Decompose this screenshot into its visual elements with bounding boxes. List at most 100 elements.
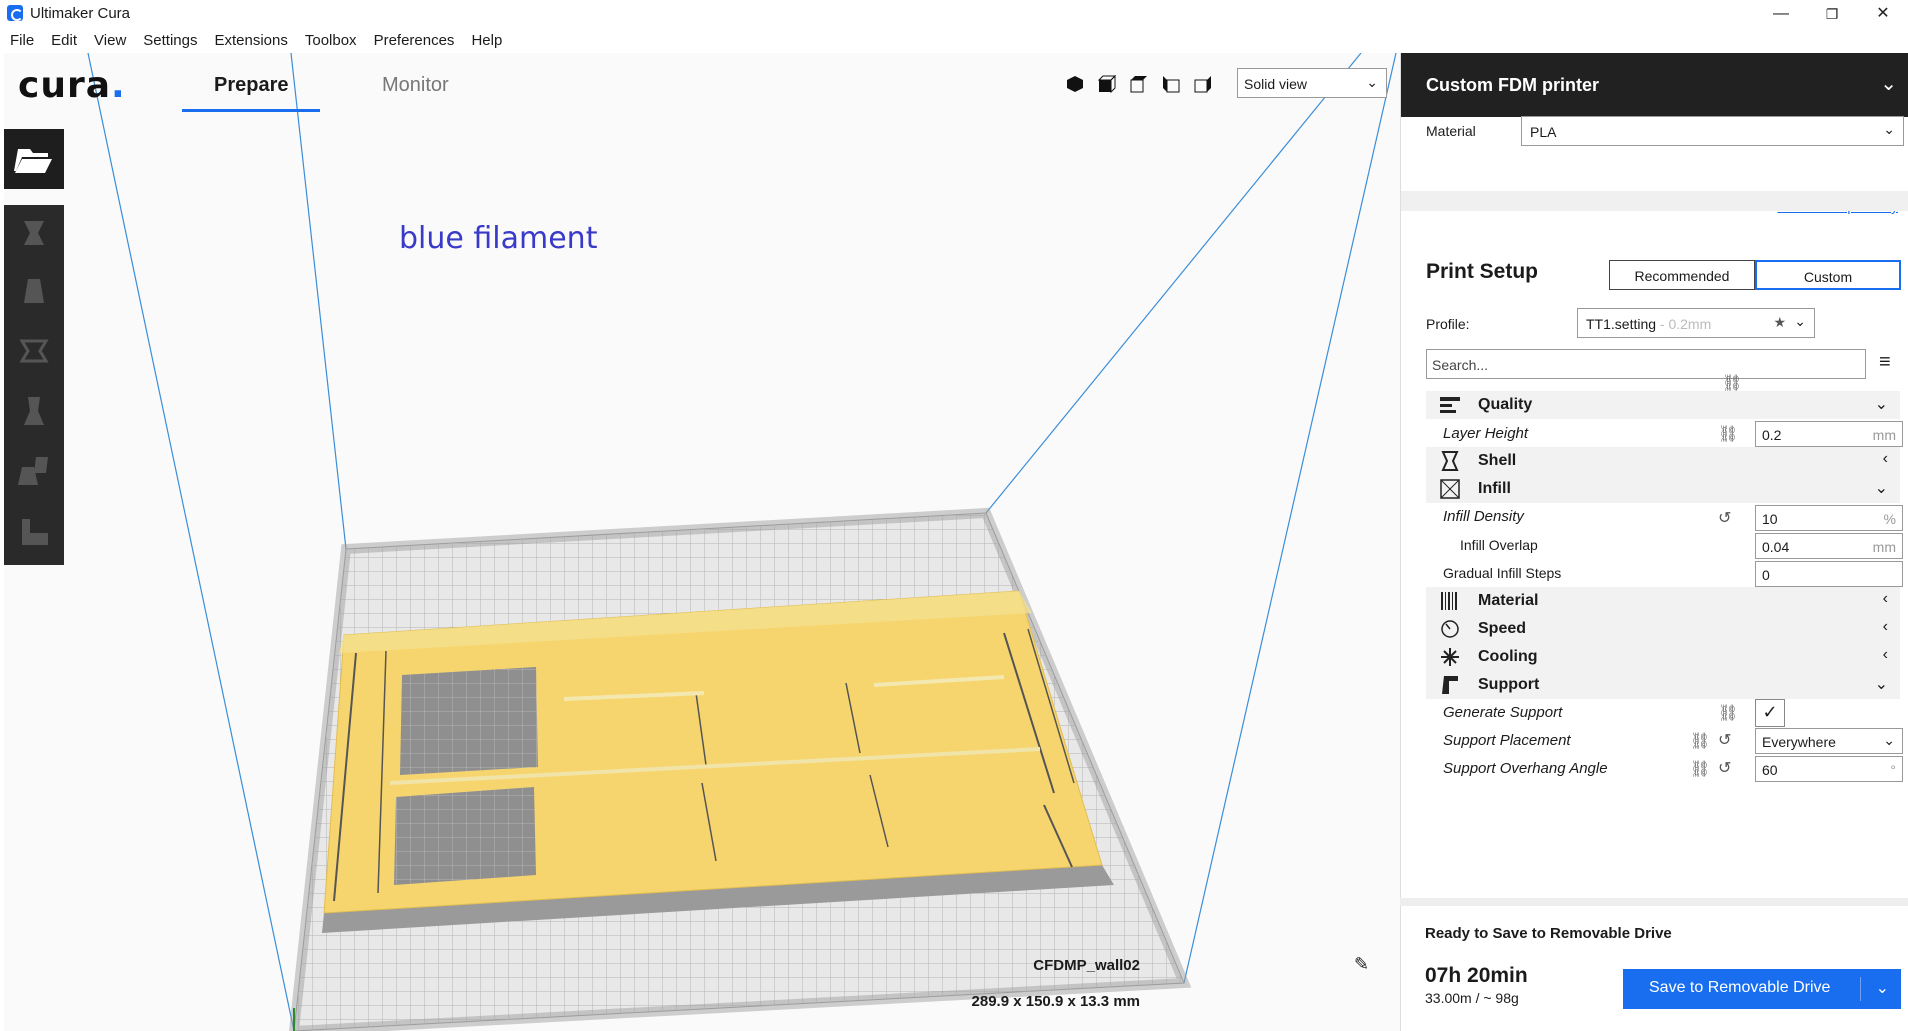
object-name: CFDMP_wall02 (1033, 957, 1140, 974)
menu-preferences[interactable]: Preferences (364, 27, 462, 53)
menu-icon[interactable]: ≡ (1879, 351, 1891, 374)
support-blocker-icon[interactable] (16, 513, 52, 549)
setting-generate-support-label: Generate Support (1443, 704, 1563, 721)
3d-view-icon[interactable] (1066, 75, 1084, 93)
chevron-left-icon: ‹ (1882, 618, 1888, 635)
tab-prepare[interactable]: Prepare (214, 74, 289, 97)
menu-file[interactable]: File (0, 27, 41, 53)
support-overhang-angle-input[interactable]: 60 ° (1755, 756, 1903, 782)
menu-view[interactable]: View (84, 27, 133, 53)
setting-layer-height-label: Layer Height (1443, 425, 1529, 442)
top-view-icon[interactable] (1130, 75, 1148, 93)
scale-tool-icon[interactable] (16, 273, 52, 309)
close-button[interactable]: ✕ (1860, 0, 1906, 28)
chevron-down-icon: ⌄ (1874, 676, 1888, 693)
per-model-settings-icon[interactable] (16, 453, 52, 489)
save-to-removable-drive-button[interactable]: Save to Removable Drive ⌄ (1623, 969, 1901, 1009)
printer-name: Custom FDM printer (1426, 75, 1599, 95)
menu-settings[interactable]: Settings (133, 27, 204, 53)
open-file-button[interactable] (4, 129, 64, 189)
view-mode-select[interactable]: Solid view ⌄ (1237, 68, 1387, 98)
setting-support-placement-label: Support Placement (1443, 732, 1571, 749)
material-icon (1440, 591, 1460, 611)
link-icon[interactable]: ⛓ (1718, 424, 1738, 444)
menu-help[interactable]: Help (461, 27, 509, 53)
cooling-fan-icon (1440, 647, 1460, 667)
reset-icon[interactable]: ↺ (1718, 758, 1731, 778)
category-material[interactable]: Material ‹ (1426, 587, 1900, 615)
left-view-icon[interactable] (1162, 75, 1180, 93)
material-label: Material (1426, 123, 1476, 139)
chevron-down-icon: ⌄ (1883, 121, 1895, 137)
right-view-icon[interactable] (1194, 75, 1212, 93)
reset-icon[interactable]: ↺ (1718, 508, 1731, 528)
mirror-tool-icon[interactable] (16, 393, 52, 429)
rotate-tool-icon[interactable] (16, 333, 52, 369)
link-icon[interactable]: ⛓ (1718, 703, 1738, 723)
chevron-down-icon[interactable]: ⌄ (1876, 978, 1889, 998)
setting-support-angle-label: Support Overhang Angle (1443, 760, 1608, 777)
gradual-infill-steps-input[interactable]: 0 (1755, 561, 1903, 587)
menu-toolbox[interactable]: Toolbox (295, 27, 364, 53)
footer-divider (1400, 898, 1908, 906)
chevron-down-icon: ⌄ (1880, 73, 1897, 95)
support-icon (1440, 675, 1460, 695)
link-icon[interactable]: ⛓ (1722, 373, 1742, 393)
material-select[interactable]: PLA ⌄ (1521, 116, 1904, 146)
print-setup-title: Print Setup (1426, 260, 1539, 283)
chevron-left-icon: ‹ (1882, 450, 1888, 467)
setting-gradual-infill-label: Gradual Infill Steps (1443, 565, 1562, 581)
category-support[interactable]: Support ⌄ (1426, 671, 1900, 699)
maximize-button[interactable]: ❐ (1809, 0, 1855, 28)
link-icon[interactable]: ⛓ (1690, 731, 1710, 751)
category-cooling[interactable]: Cooling ‹ (1426, 643, 1900, 671)
chevron-left-icon: ‹ (1882, 646, 1888, 663)
infill-overlap-input[interactable]: 0.04 mm (1755, 533, 1903, 559)
generate-support-checkbox[interactable]: ✓ (1755, 699, 1785, 727)
title-bar: Ultimaker Cura — ❐ ✕ (0, 0, 1908, 26)
reset-icon[interactable]: ↺ (1718, 730, 1731, 750)
pencil-icon[interactable]: ✎ (1354, 954, 1369, 975)
setting-infill-overlap-label: Infill Overlap (1460, 537, 1538, 553)
blue-filament-annotation: blue filament (399, 221, 598, 256)
menu-extensions[interactable]: Extensions (204, 27, 294, 53)
custom-mode-button[interactable]: Custom (1755, 260, 1901, 290)
infill-icon (1440, 479, 1460, 499)
chevron-down-icon: ⌄ (1794, 313, 1806, 329)
setting-infill-density-label: Infill Density (1443, 508, 1524, 525)
tab-monitor[interactable]: Monitor (382, 74, 449, 97)
viewport-3d[interactable]: cura. Prepare Monitor Solid view ⌄ blue f… (4, 53, 1400, 1031)
support-placement-select[interactable]: Everywhere ⌄ (1755, 728, 1903, 754)
profile-label: Profile: (1426, 316, 1470, 332)
menu-bar: File Edit View Settings Extensions Toolb… (0, 27, 1400, 53)
chevron-down-icon: ⌄ (1874, 396, 1888, 413)
chevron-left-icon: ‹ (1882, 590, 1888, 607)
print-status: Ready to Save to Removable Drive (1425, 925, 1672, 942)
category-infill[interactable]: Infill ⌄ (1426, 475, 1900, 503)
infill-density-input[interactable]: 10% (1755, 505, 1903, 531)
move-tool-icon[interactable] (16, 215, 52, 251)
window-title: Ultimaker Cura (30, 5, 131, 22)
cura-logo: cura. (18, 65, 126, 106)
chevron-down-icon: ⌄ (1883, 732, 1895, 748)
printer-selector[interactable]: Custom FDM printer ⌄ (1401, 53, 1908, 117)
link-icon[interactable]: ⛓ (1690, 759, 1710, 779)
section-divider (1401, 191, 1908, 211)
settings-search-input[interactable]: Search... (1426, 349, 1866, 379)
filament-usage: 33.00m / ~ 98g (1425, 990, 1519, 1006)
star-icon[interactable]: ★ (1773, 314, 1786, 331)
recommended-mode-button[interactable]: Recommended (1609, 260, 1755, 290)
menu-edit[interactable]: Edit (41, 27, 84, 53)
chevron-down-icon: ⌄ (1874, 480, 1888, 497)
minimize-button[interactable]: — (1758, 0, 1804, 28)
category-speed[interactable]: Speed ‹ (1426, 615, 1900, 643)
speed-icon (1440, 619, 1460, 639)
button-separator (1860, 977, 1861, 1001)
profile-select[interactable]: TT1.setting - 0.2mm ★ ⌄ (1577, 308, 1815, 338)
quality-icon (1440, 395, 1460, 415)
shell-icon (1440, 451, 1460, 471)
category-shell[interactable]: Shell ‹ (1426, 447, 1900, 475)
category-quality[interactable]: Quality ⌄ (1426, 391, 1900, 419)
front-view-icon[interactable] (1097, 74, 1117, 94)
layer-height-input[interactable]: 0.2 mm (1755, 421, 1903, 447)
